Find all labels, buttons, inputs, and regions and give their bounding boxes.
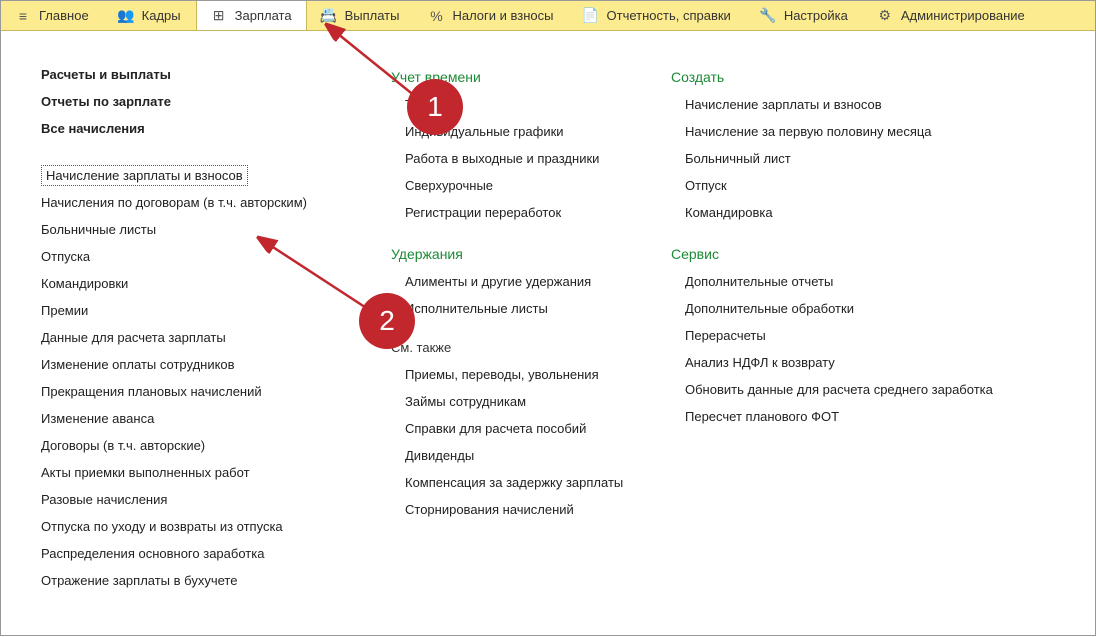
top-navigation: ≡ Главное 👥 Кадры ⊞ Зарплата 📇 Выплаты %… — [1, 1, 1095, 31]
percent-icon: % — [428, 8, 444, 24]
nav-settings[interactable]: 🔧 Настройка — [746, 1, 863, 30]
link-delay-compensation[interactable]: Компенсация за задержку зарплаты — [405, 469, 641, 496]
link-enforcement-docs[interactable]: Исполнительные листы — [405, 295, 641, 322]
heading-see-also: См. также — [391, 340, 641, 355]
link-accounting-reflection[interactable]: Отражение зарплаты в бухучете — [41, 567, 361, 594]
nav-label: Главное — [39, 8, 89, 23]
link-earnings-distribution[interactable]: Распределения основного заработка — [41, 540, 361, 567]
link-weekend-work[interactable]: Работа в выходные и праздники — [405, 145, 641, 172]
calculator-icon: ⊞ — [211, 8, 227, 24]
link-alimony[interactable]: Алименты и другие удержания — [405, 268, 641, 295]
nav-label: Выплаты — [345, 8, 400, 23]
service-list: Дополнительные отчеты Дополнительные обр… — [685, 268, 1011, 430]
column-calculations: Расчеты и выплаты Отчеты по зарплате Все… — [41, 61, 361, 594]
nav-payments[interactable]: 📇 Выплаты — [307, 1, 415, 30]
see-also-list: Приемы, переводы, увольнения Займы сотру… — [405, 361, 641, 523]
link-payroll-accrual[interactable]: Начисление зарплаты и взносов — [41, 165, 248, 186]
link-contracts[interactable]: Договоры (в т.ч. авторские) — [41, 432, 361, 459]
wrench-icon: 🔧 — [760, 8, 776, 24]
nav-label: Кадры — [142, 8, 181, 23]
link-update-avg-earnings[interactable]: Обновить данные для расчета среднего зар… — [685, 376, 1011, 403]
heading-create: Создать — [671, 69, 1011, 85]
link-acceptance-acts[interactable]: Акты приемки выполненных работ — [41, 459, 361, 486]
column-time-deductions: Учет времени Табели Индивидуальные графи… — [391, 61, 641, 594]
link-payroll-data[interactable]: Данные для расчета зарплаты — [41, 324, 361, 351]
link-overwork-reg[interactable]: Регистрации переработок — [405, 199, 641, 226]
nav-label: Администрирование — [901, 8, 1025, 23]
nav-taxes[interactable]: % Налоги и взносы — [414, 1, 568, 30]
link-advance-change[interactable]: Изменение аванса — [41, 405, 361, 432]
link-loans[interactable]: Займы сотрудникам — [405, 388, 641, 415]
link-create-vacation[interactable]: Отпуск — [685, 172, 1011, 199]
link-business-trips[interactable]: Командировки — [41, 270, 361, 297]
link-accrual-terminations[interactable]: Прекращения плановых начислений — [41, 378, 361, 405]
column-create-service: Создать Начисление зарплаты и взносов На… — [671, 61, 1011, 594]
nav-label: Налоги и взносы — [452, 8, 553, 23]
menu-icon: ≡ — [15, 8, 31, 24]
link-payment-changes[interactable]: Изменение оплаты сотрудников — [41, 351, 361, 378]
link-care-leave[interactable]: Отпуска по уходу и возвраты из отпуска — [41, 513, 361, 540]
link-dividends[interactable]: Дивиденды — [405, 442, 641, 469]
link-extra-processing[interactable]: Дополнительные обработки — [685, 295, 1011, 322]
nav-hr[interactable]: 👥 Кадры — [104, 1, 196, 30]
link-ndfl-analysis[interactable]: Анализ НДФЛ к возврату — [685, 349, 1011, 376]
gear-icon: ⚙ — [877, 8, 893, 24]
heading-all-accruals[interactable]: Все начисления — [41, 121, 361, 136]
document-icon: 📄 — [583, 8, 599, 24]
create-list: Начисление зарплаты и взносов Начисление… — [685, 91, 1011, 226]
people-icon: 👥 — [118, 8, 134, 24]
nav-main[interactable]: ≡ Главное — [1, 1, 104, 30]
link-extra-reports[interactable]: Дополнительные отчеты — [685, 268, 1011, 295]
nav-reports[interactable]: 📄 Отчетность, справки — [569, 1, 746, 30]
link-overtime[interactable]: Сверхурочные — [405, 172, 641, 199]
accruals-list: Начисление зарплаты и взносов Начисления… — [41, 162, 361, 594]
heading-calculations-payments[interactable]: Расчеты и выплаты — [41, 67, 361, 82]
card-icon: 📇 — [321, 8, 337, 24]
annotation-badge-1: 1 — [407, 79, 463, 135]
link-create-trip[interactable]: Командировка — [685, 199, 1011, 226]
nav-label: Настройка — [784, 8, 848, 23]
content-area: Расчеты и выплаты Отчеты по зарплате Все… — [1, 31, 1095, 604]
link-create-payroll[interactable]: Начисление зарплаты и взносов — [685, 91, 1011, 118]
link-accrual-reversal[interactable]: Сторнирования начислений — [405, 496, 641, 523]
nav-label: Отчетность, справки — [607, 8, 731, 23]
heading-service: Сервис — [671, 246, 1011, 262]
link-bonuses[interactable]: Премии — [41, 297, 361, 324]
link-benefit-certs[interactable]: Справки для расчета пособий — [405, 415, 641, 442]
deductions-list: Алименты и другие удержания Исполнительн… — [405, 268, 641, 322]
link-contract-accrual[interactable]: Начисления по договорам (в т.ч. авторски… — [41, 189, 361, 216]
nav-label: Зарплата — [235, 8, 292, 23]
link-hirings[interactable]: Приемы, переводы, увольнения — [405, 361, 641, 388]
link-create-first-half[interactable]: Начисление за первую половину месяца — [685, 118, 1011, 145]
link-vacations[interactable]: Отпуска — [41, 243, 361, 270]
link-sick-leaves[interactable]: Больничные листы — [41, 216, 361, 243]
annotation-badge-2: 2 — [359, 293, 415, 349]
heading-deductions: Удержания — [391, 246, 641, 262]
nav-admin[interactable]: ⚙ Администрирование — [863, 1, 1040, 30]
link-fot-recalc[interactable]: Пересчет планового ФОТ — [685, 403, 1011, 430]
heading-salary-reports[interactable]: Отчеты по зарплате — [41, 94, 361, 109]
link-create-sick-leave[interactable]: Больничный лист — [685, 145, 1011, 172]
link-recalcs[interactable]: Перерасчеты — [685, 322, 1011, 349]
nav-salary[interactable]: ⊞ Зарплата — [196, 1, 307, 30]
link-onetime-accruals[interactable]: Разовые начисления — [41, 486, 361, 513]
